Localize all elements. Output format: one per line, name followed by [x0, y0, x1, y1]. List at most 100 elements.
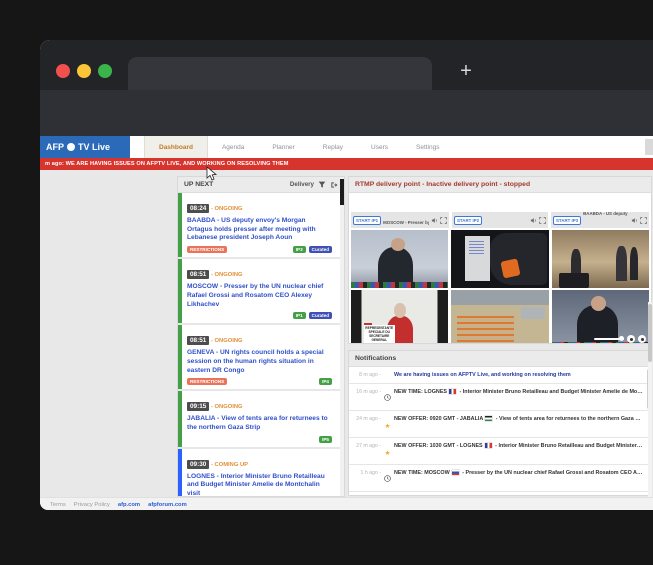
clock-icon	[384, 475, 391, 482]
video-row-2: REPRESENTANTE SPECIALE DU SECRETAIRE GEN…	[349, 290, 651, 344]
tab-replay[interactable]: Replay	[309, 136, 357, 158]
minimize-window-button[interactable]	[77, 64, 91, 78]
notification-item[interactable]: 27 m ago -★NEW OFFER: 1030 GMT - LOGNES …	[349, 438, 651, 465]
speaker-icon[interactable]	[631, 217, 638, 224]
video-thumbnail-jabalia[interactable]	[451, 290, 548, 344]
country-flag-icon	[449, 389, 456, 394]
tab-users[interactable]: Users	[357, 136, 402, 158]
video-thumbnail-ip2[interactable]	[451, 230, 548, 288]
event-status: - ONGOING	[209, 272, 242, 278]
page-scrollbar[interactable]	[648, 302, 652, 510]
video-caption-overlay: REPRESENTANTE SPECIALE DU SECRETAIRE GEN…	[364, 325, 395, 343]
browser-window: + AFP TV Live Dashboard Agenda Planner R…	[40, 40, 653, 510]
delivery-ip-badge: Curated	[309, 246, 332, 253]
close-window-button[interactable]	[56, 64, 70, 78]
mouse-cursor	[206, 166, 217, 181]
notifications-panel: Notifications 8 m ago - We are having iss…	[348, 350, 652, 496]
event-title: GENEVA - UN rights council holds a speci…	[187, 349, 332, 375]
upnext-list: 08:24 - ONGOINGBAABDA - US deputy envoy'…	[178, 193, 344, 496]
terms-link[interactable]: Terms	[50, 502, 66, 508]
upnext-item[interactable]: 08:51 - ONGOING MOSCOW - Presser by the U…	[178, 259, 340, 325]
notification-age: 8 m ago -	[355, 371, 381, 378]
delivery-ip-badge: IP4	[319, 378, 332, 385]
app-header: AFP TV Live Dashboard Agenda Planner Rep…	[40, 136, 653, 158]
notifications-list: 8 m ago - We are having issues on AFPTV L…	[349, 367, 651, 495]
notification-item[interactable]: 1 h ago -★NEW OFFER: 0800 GMT - AL-ZAWAY…	[349, 492, 651, 495]
browser-tab[interactable]	[128, 57, 432, 90]
delivery-ip-badge: IP5	[319, 436, 332, 443]
delivery-ip-badge: Curated	[309, 312, 332, 319]
browser-toolbar	[40, 90, 653, 136]
afp-com-link[interactable]: afp.com	[118, 502, 140, 508]
video-thumbnail-moscow-curated[interactable]	[552, 290, 649, 344]
settings-gear-icon[interactable]	[627, 335, 635, 343]
player-title: BAABDA - US deputy en...	[583, 211, 629, 216]
event-time: 09:30	[187, 460, 209, 469]
notifications-title: Notifications	[355, 355, 396, 362]
tab-planner[interactable]: Planner	[258, 136, 308, 158]
event-status: - COMING UP	[209, 462, 248, 468]
tab-settings[interactable]: Settings	[402, 136, 454, 158]
start-stream-button[interactable]: START IP2	[454, 216, 482, 225]
tab-agenda[interactable]: Agenda	[208, 136, 258, 158]
expand-icon[interactable]	[539, 217, 546, 224]
upnext-item[interactable]: 08:51 - ONGOING GENEVA - UN rights counci…	[178, 325, 340, 391]
speaker-icon[interactable]	[530, 217, 537, 224]
notification-item[interactable]: 1 h ago -NEW TIME: MOSCOW - Presser by t…	[349, 465, 651, 492]
notification-item[interactable]: 8 m ago - We are having issues on AFPTV L…	[349, 367, 651, 384]
notification-item[interactable]: 24 m ago -★NEW OFFER: 0920 GMT - JABALIA…	[349, 411, 651, 438]
filter-icon[interactable]	[318, 181, 326, 189]
video-row-1	[349, 230, 651, 288]
maximize-window-button[interactable]	[98, 64, 112, 78]
event-status: - ONGOING	[209, 206, 242, 212]
country-flag-icon	[452, 470, 459, 475]
upnext-item[interactable]: 08:24 - ONGOINGBAABDA - US deputy envoy'…	[178, 193, 340, 259]
notification-age: 27 m ago -	[355, 442, 381, 449]
video-controls	[594, 335, 646, 343]
privacy-policy-link[interactable]: Privacy Policy	[74, 502, 110, 508]
collapse-panel-icon[interactable]	[330, 181, 338, 189]
event-time: 08:51	[187, 270, 209, 279]
player-header: START IP1MOSCOW - Presser by t...	[351, 212, 449, 228]
event-status: - ONGOING	[209, 338, 242, 344]
expand-icon[interactable]	[640, 217, 647, 224]
restrictions-badge: RESTRICTIONS	[187, 378, 227, 385]
event-title: MOSCOW - Presser by the UN nuclear chief…	[187, 283, 332, 309]
video-thumbnail-moscow-presser[interactable]	[351, 230, 448, 288]
upnext-item[interactable]: 09:15 - ONGOINGJABALIA - View of tents a…	[178, 391, 340, 448]
event-status: - ONGOING	[209, 404, 242, 410]
expand-icon[interactable]	[440, 217, 447, 224]
star-icon: ★	[385, 450, 391, 457]
start-stream-button[interactable]: START IP1	[353, 216, 381, 225]
event-title: JABALIA - View of tents area for returne…	[187, 415, 332, 432]
main-nav: Dashboard Agenda Planner Replay Users Se…	[144, 136, 454, 158]
fullscreen-icon[interactable]	[638, 335, 646, 343]
notification-text: We are having issues on AFPTV Live, and …	[394, 371, 643, 379]
notification-age: 16 m ago -	[355, 388, 381, 395]
notification-age: 24 m ago -	[355, 415, 381, 422]
start-stream-button[interactable]: START IP3	[553, 216, 581, 225]
window-controls	[56, 64, 112, 78]
upnext-item[interactable]: 09:30 - COMING UP LOGNES - Interior Minis…	[178, 449, 340, 496]
player-title: MOSCOW - Presser by t...	[383, 220, 429, 225]
video-thumbnail-geneva[interactable]: REPRESENTANTE SPECIALE DU SECRETAIRE GEN…	[351, 290, 448, 344]
afp-tv-live-logo[interactable]: AFP TV Live	[40, 136, 130, 158]
browser-tab-strip: +	[40, 40, 653, 90]
volume-slider[interactable]	[594, 338, 624, 340]
delivery-ip-badge: IP1	[293, 312, 306, 319]
up-next-title: UP NEXT	[184, 181, 213, 188]
alert-banner: m ago: WE ARE HAVING ISSUES ON AFPTV LIV…	[40, 158, 653, 170]
upnext-scrollbar[interactable]	[340, 177, 344, 496]
video-thumbnail-baabda[interactable]	[552, 230, 649, 288]
rtmp-panel-title: RTMP delivery point - Inactive delivery …	[355, 181, 530, 188]
event-time: 08:51	[187, 336, 209, 345]
new-tab-button[interactable]: +	[453, 58, 479, 84]
afpforum-link[interactable]: afpforum.com	[148, 502, 187, 508]
notification-item[interactable]: 16 m ago -NEW TIME: LOGNES - Interior Mi…	[349, 384, 651, 411]
speaker-icon[interactable]	[431, 217, 438, 224]
notification-text: NEW OFFER: 0920 GMT - JABALIA - View of …	[394, 415, 643, 423]
player-headers-top: START IP1MOSCOW - Presser by t...START I…	[349, 210, 651, 228]
tab-dashboard[interactable]: Dashboard	[144, 136, 208, 158]
dashboard-main: UP NEXT Delivery 08:24 - ONGOINGBAABDA -…	[40, 170, 653, 497]
event-title: LOGNES - Interior Minister Bruno Retaill…	[187, 473, 332, 496]
